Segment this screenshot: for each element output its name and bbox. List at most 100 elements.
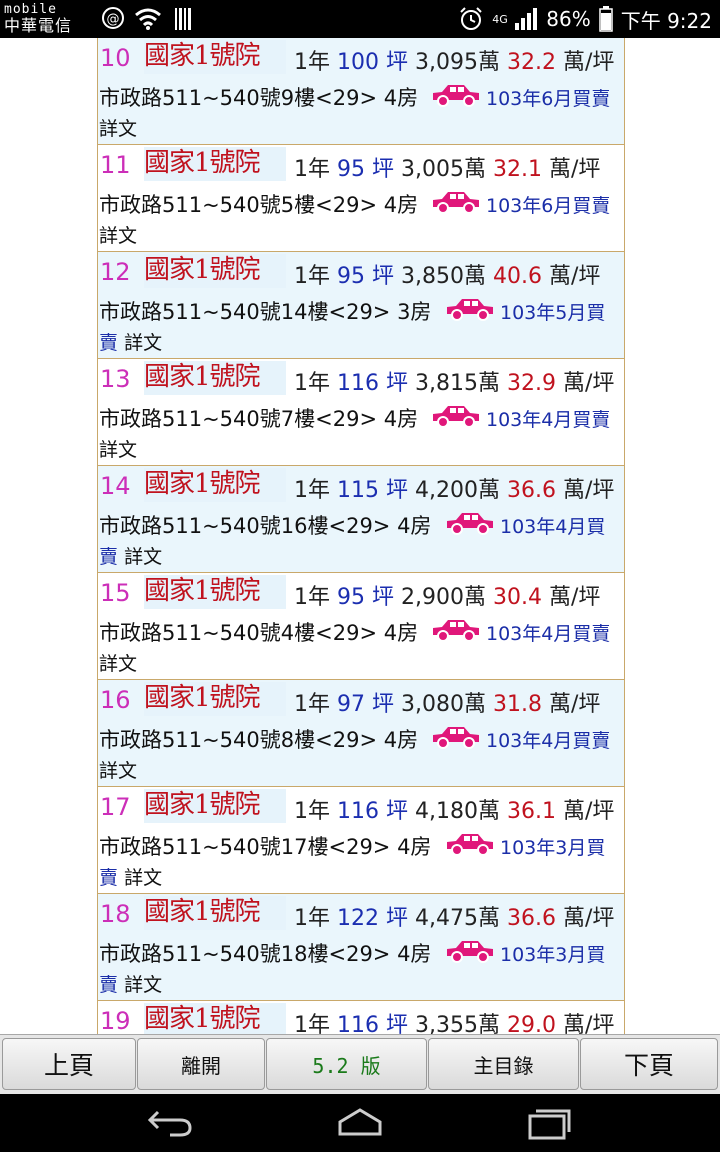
version-button[interactable]: 5.2 版 bbox=[266, 1038, 427, 1090]
floor-area: 116 坪 bbox=[337, 371, 408, 396]
building-name: 國家1號院 bbox=[144, 40, 286, 74]
listing-info: 1年 95 坪 2,900萬 30.4 萬/坪 bbox=[294, 579, 600, 611]
floor-area: 97 坪 bbox=[337, 692, 394, 717]
total-price: 2,900萬 bbox=[401, 585, 486, 610]
listing-number: 14 bbox=[100, 472, 131, 500]
floor-area: 100 坪 bbox=[337, 50, 408, 75]
listing-info: 1年 97 坪 3,080萬 31.8 萬/坪 bbox=[294, 686, 600, 718]
listing-number: 12 bbox=[100, 258, 131, 286]
listing-footer: 詳文 bbox=[99, 221, 137, 248]
listing-detail: 市政路511~540號16樓<29> 4房 103年4月買 bbox=[98, 510, 624, 540]
detail-link[interactable]: 詳文 bbox=[99, 118, 137, 140]
listing-row[interactable]: 13 國家1號院 1年 116 坪 3,815萬 32.9 萬/坪 市政路511… bbox=[98, 359, 624, 466]
building-age: 1年 bbox=[294, 906, 330, 931]
address: 市政路511~540號7樓<29> 4房 bbox=[99, 407, 419, 431]
car-icon bbox=[447, 299, 493, 321]
main-menu-button[interactable]: 主目錄 bbox=[428, 1038, 579, 1090]
listing-list[interactable]: 10 國家1號院 1年 100 坪 3,095萬 32.2 萬/坪 市政路511… bbox=[97, 38, 625, 1034]
price-per-ping: 30.4 bbox=[492, 585, 542, 610]
listing-info: 1年 122 坪 4,475萬 36.6 萬/坪 bbox=[294, 900, 614, 932]
listing-row[interactable]: 12 國家1號院 1年 95 坪 3,850萬 40.6 萬/坪 市政路511~… bbox=[98, 252, 624, 359]
address: 市政路511~540號9樓<29> 4房 bbox=[99, 86, 419, 110]
detail-link[interactable]: 詳文 bbox=[99, 653, 137, 675]
home-icon[interactable] bbox=[336, 1106, 384, 1138]
building-name: 國家1號院 bbox=[144, 147, 286, 181]
car-icon bbox=[433, 85, 479, 107]
listing-detail: 市政路511~540號8樓<29> 4房 103年4月買賣 bbox=[98, 724, 624, 754]
building-name: 國家1號院 bbox=[144, 468, 286, 502]
building-age: 1年 bbox=[294, 371, 330, 396]
listing-info: 1年 95 坪 3,005萬 32.1 萬/坪 bbox=[294, 151, 600, 183]
price-unit: 萬/坪 bbox=[562, 371, 615, 396]
car-icon bbox=[447, 834, 493, 856]
listing-detail: 市政路511~540號17樓<29> 4房 103年3月買 bbox=[98, 831, 624, 861]
listing-row[interactable]: 19 國家1號院 1年 116 坪 3,355萬 29.0 萬/坪 bbox=[98, 1001, 624, 1034]
detail-link[interactable]: 詳文 bbox=[99, 760, 137, 782]
battery-percent: 86% bbox=[546, 7, 591, 31]
price-per-ping: 40.6 bbox=[492, 264, 542, 289]
wifi-icon bbox=[135, 8, 161, 30]
detail-link[interactable]: 詳文 bbox=[99, 225, 137, 247]
floor-area: 95 坪 bbox=[337, 157, 394, 182]
address: 市政路511~540號14樓<29> 3房 bbox=[99, 300, 432, 324]
listing-detail: 市政路511~540號18樓<29> 4房 103年3月買 bbox=[98, 938, 624, 968]
prev-page-button[interactable]: 上頁 bbox=[2, 1038, 136, 1090]
transaction-date-tail: 賣 bbox=[99, 867, 119, 889]
bottom-toolbar: 上頁 離開 5.2 版 主目錄 下頁 bbox=[0, 1034, 720, 1095]
listing-row[interactable]: 10 國家1號院 1年 100 坪 3,095萬 32.2 萬/坪 市政路511… bbox=[98, 38, 624, 145]
detail-link[interactable]: 詳文 bbox=[124, 974, 162, 996]
listing-row[interactable]: 18 國家1號院 1年 122 坪 4,475萬 36.6 萬/坪 市政路511… bbox=[98, 894, 624, 1001]
total-price: 4,180萬 bbox=[415, 799, 500, 824]
listing-row[interactable]: 11 國家1號院 1年 95 坪 3,005萬 32.1 萬/坪 市政路511~… bbox=[98, 145, 624, 252]
total-price: 4,475萬 bbox=[415, 906, 500, 931]
clock: 下午 9:22 bbox=[620, 8, 712, 33]
building-age: 1年 bbox=[294, 264, 330, 289]
listing-row[interactable]: 14 國家1號院 1年 115 坪 4,200萬 36.6 萬/坪 市政路511… bbox=[98, 466, 624, 573]
detail-link[interactable]: 詳文 bbox=[124, 332, 162, 354]
listing-info: 1年 116 坪 3,815萬 32.9 萬/坪 bbox=[294, 365, 614, 397]
listing-row[interactable]: 16 國家1號院 1年 97 坪 3,080萬 31.8 萬/坪 市政路511~… bbox=[98, 680, 624, 787]
svg-text:@: @ bbox=[107, 12, 120, 27]
listing-summary: 12 國家1號院 1年 95 坪 3,850萬 40.6 萬/坪 bbox=[98, 254, 624, 294]
navigation-bar bbox=[0, 1094, 720, 1152]
address: 市政路511~540號16樓<29> 4房 bbox=[99, 514, 432, 538]
leave-button[interactable]: 離開 bbox=[137, 1038, 265, 1090]
listing-number: 15 bbox=[100, 579, 131, 607]
recent-apps-icon[interactable] bbox=[526, 1106, 572, 1140]
listing-row[interactable]: 17 國家1號院 1年 116 坪 4,180萬 36.1 萬/坪 市政路511… bbox=[98, 787, 624, 894]
transaction-date: 103年6月買賣 bbox=[486, 195, 611, 217]
building-name: 國家1號院 bbox=[144, 789, 286, 823]
next-page-button[interactable]: 下頁 bbox=[580, 1038, 718, 1090]
total-price: 3,095萬 bbox=[415, 50, 500, 75]
total-price: 4,200萬 bbox=[415, 478, 500, 503]
listing-number: 11 bbox=[100, 151, 131, 179]
price-per-ping: 36.6 bbox=[506, 478, 556, 503]
transaction-date-tail: 賣 bbox=[99, 546, 119, 568]
listing-detail: 市政路511~540號4樓<29> 4房 103年4月買賣 bbox=[98, 617, 624, 647]
carrier-top-text: mobile bbox=[4, 2, 57, 17]
listing-detail: 市政路511~540號9樓<29> 4房 103年6月買賣 bbox=[98, 82, 624, 112]
barcode-icon bbox=[175, 8, 191, 30]
detail-link[interactable]: 詳文 bbox=[124, 867, 162, 889]
status-bar: mobile 中華電信 @ 4G 86% 下午 9:22 bbox=[0, 0, 720, 38]
listing-summary: 17 國家1號院 1年 116 坪 4,180萬 36.1 萬/坪 bbox=[98, 789, 624, 829]
listing-summary: 15 國家1號院 1年 95 坪 2,900萬 30.4 萬/坪 bbox=[98, 575, 624, 615]
detail-link[interactable]: 詳文 bbox=[99, 439, 137, 461]
listing-summary: 10 國家1號院 1年 100 坪 3,095萬 32.2 萬/坪 bbox=[98, 40, 624, 80]
listing-detail: 市政路511~540號5樓<29> 4房 103年6月買賣 bbox=[98, 189, 624, 219]
price-per-ping: 36.6 bbox=[506, 906, 556, 931]
back-icon[interactable] bbox=[146, 1108, 194, 1138]
car-icon bbox=[433, 620, 479, 642]
total-price: 3,080萬 bbox=[401, 692, 486, 717]
listing-number: 18 bbox=[100, 900, 131, 928]
price-unit: 萬/坪 bbox=[562, 799, 615, 824]
listing-summary: 19 國家1號院 1年 116 坪 3,355萬 29.0 萬/坪 bbox=[98, 1003, 624, 1034]
listing-number: 17 bbox=[100, 793, 131, 821]
transaction-date-tail: 賣 bbox=[99, 332, 119, 354]
listing-footer: 賣 詳文 bbox=[99, 863, 162, 890]
detail-link[interactable]: 詳文 bbox=[124, 546, 162, 568]
carrier-bottom-text: 中華電信 bbox=[4, 16, 73, 35]
price-unit: 萬/坪 bbox=[548, 692, 601, 717]
listing-row[interactable]: 15 國家1號院 1年 95 坪 2,900萬 30.4 萬/坪 市政路511~… bbox=[98, 573, 624, 680]
address: 市政路511~540號17樓<29> 4房 bbox=[99, 835, 432, 859]
